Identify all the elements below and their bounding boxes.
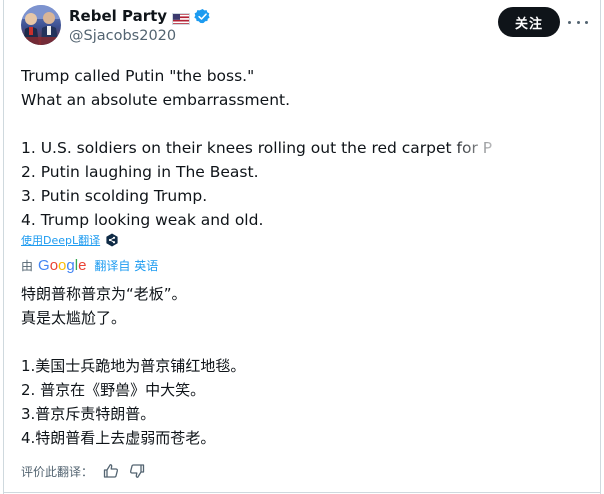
google-translate-attribution: 由 Google 翻译自 英语 xyxy=(21,256,158,274)
rate-translation-row: 评价此翻译： xyxy=(21,462,145,480)
avatar[interactable] xyxy=(21,5,61,45)
verified-badge-icon xyxy=(194,8,211,25)
author-name-row[interactable]: Rebel Party xyxy=(69,6,211,26)
us-flag-icon xyxy=(172,10,191,25)
avatar-image xyxy=(21,5,61,45)
display-name[interactable]: Rebel Party xyxy=(69,7,167,25)
card-border-left xyxy=(3,0,4,494)
more-icon[interactable] xyxy=(568,13,588,31)
rate-translation-label: 评价此翻译： xyxy=(21,464,94,479)
translation-line: 2. 普京在《野兽》中大笑。 xyxy=(21,381,206,399)
translation-line: 4.特朗普看上去虚弱而苍老。 xyxy=(21,429,216,447)
tweet-line: 2. Putin laughing in The Beast. xyxy=(21,163,259,181)
translation-line: 真是太尴尬了。 xyxy=(21,309,127,327)
translated-text: 特朗普称普京为“老板”。 真是太尴尬了。 1.美国士兵跪地为普京铺红地毯。 2.… xyxy=(21,282,581,450)
follow-button[interactable]: 关注 xyxy=(498,7,560,37)
translation-line: 3.普京斥责特朗普。 xyxy=(21,405,156,423)
translated-from-link[interactable]: 翻译自 英语 xyxy=(94,257,158,274)
google-prefix: 由 xyxy=(21,258,34,273)
deepl-translate-link[interactable]: 使用DeepL翻译 xyxy=(21,232,119,248)
tweet-line: 3. Putin scolding Trump. xyxy=(21,187,208,205)
tweet-line: Trump called Putin "the boss." xyxy=(21,67,255,85)
card-border-right xyxy=(600,0,601,494)
translation-line: 1.美国士兵跪地为普京铺红地毯。 xyxy=(21,357,246,375)
translation-blank-line xyxy=(21,330,581,354)
tweet-text: Trump called Putin "the boss." What an a… xyxy=(21,64,509,232)
translation-line: 特朗普称普京为“老板”。 xyxy=(21,285,187,303)
tweet-line: What an absolute embarrassment. xyxy=(21,91,291,109)
tweet-line: 1. U.S. soldiers on their knees rolling … xyxy=(21,139,493,157)
thumbs-up-icon[interactable] xyxy=(103,463,119,479)
tweet-line: 4. Trump looking weak and old. xyxy=(21,211,264,229)
deepl-label[interactable]: 使用DeepL翻译 xyxy=(21,232,100,248)
thumbs-down-icon[interactable] xyxy=(129,463,145,479)
deepl-icon xyxy=(105,233,119,247)
google-logo: Google xyxy=(38,256,87,274)
card-border-bottom xyxy=(3,492,601,493)
author-handle[interactable]: @Sjacobs2020 xyxy=(69,28,176,44)
